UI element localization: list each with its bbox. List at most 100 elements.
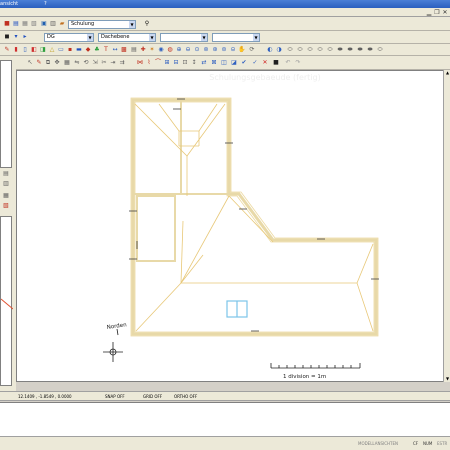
show-icon[interactable]: ◪: [230, 59, 238, 67]
light-icon[interactable]: ✶: [148, 46, 156, 54]
fillet-tool-icon[interactable]: ⌒: [154, 59, 162, 67]
panel-icon-2[interactable]: ▥: [2, 180, 10, 188]
filter-icon[interactable]: ▾: [12, 33, 20, 41]
render-mode-3-icon[interactable]: ⬭: [306, 46, 314, 54]
plan-icon[interactable]: ⬭: [376, 46, 384, 54]
scroll-down-icon[interactable]: ▼: [444, 376, 450, 382]
window-tool-icon[interactable]: ▯: [21, 46, 29, 54]
app-icon[interactable]: ■: [3, 20, 11, 28]
draw-icon[interactable]: ✎: [3, 46, 11, 54]
delete-icon[interactable]: ✕: [261, 59, 269, 67]
close-icon[interactable]: ✕: [441, 9, 449, 16]
trim-tool-icon[interactable]: ✂: [100, 59, 108, 67]
align-tool-icon[interactable]: ⊞: [163, 59, 171, 67]
zoom-in-icon[interactable]: ⊕: [175, 46, 183, 54]
list-icon[interactable]: ▥: [49, 20, 57, 28]
text-tool-icon[interactable]: T: [102, 46, 110, 54]
stop-icon[interactable]: ■: [272, 59, 280, 67]
ortho-toggle[interactable]: ORTHO OFF: [174, 394, 197, 400]
zoom-extents-icon[interactable]: ⊝: [229, 46, 237, 54]
render-mode-1-icon[interactable]: ⬭: [286, 46, 294, 54]
edit-tool-icon[interactable]: ✎: [35, 59, 43, 67]
match-icon[interactable]: ⇄: [200, 59, 208, 67]
select-icon[interactable]: ▸: [21, 33, 29, 41]
render-mode-9-icon[interactable]: ⬬: [366, 46, 374, 54]
accept-icon[interactable]: ✓: [251, 59, 259, 67]
array-tool-icon[interactable]: ▦: [63, 59, 71, 67]
snap-toggle[interactable]: SNAP OFF: [105, 394, 125, 400]
folder-icon[interactable]: ▰: [58, 20, 66, 28]
measure-icon[interactable]: ↕: [190, 59, 198, 67]
grid-toggle[interactable]: GRID OFF: [143, 394, 162, 400]
drawing-canvas[interactable]: Schulungsgebaeude (fertig) Norden 1 divi…: [16, 70, 444, 382]
zoom-fit-icon[interactable]: ⊚: [202, 46, 210, 54]
area-icon[interactable]: ▩: [120, 46, 128, 54]
lock-icon[interactable]: ⊠: [210, 59, 218, 67]
dimension-icon[interactable]: ↔: [111, 46, 119, 54]
layer-icon[interactable]: ▤: [12, 20, 20, 28]
element-combo[interactable]: Dachebene ▼: [98, 33, 156, 42]
label-icon[interactable]: ✚: [139, 46, 147, 54]
distribute-tool-icon[interactable]: ⊟: [172, 59, 180, 67]
empty-combo-1[interactable]: ▼: [160, 33, 208, 42]
render-mode-2-icon[interactable]: ⬭: [296, 46, 304, 54]
door-icon[interactable]: ◧: [30, 46, 38, 54]
zoom-out-icon[interactable]: ⊖: [184, 46, 192, 54]
empty-combo-2[interactable]: ▼: [212, 33, 260, 42]
wall-icon[interactable]: ▮: [12, 46, 20, 54]
group-icon[interactable]: ▤: [130, 46, 138, 54]
redo-icon[interactable]: ↷: [294, 59, 302, 67]
preview-pane[interactable]: [0, 216, 13, 386]
join-tool-icon[interactable]: ⋈: [136, 59, 144, 67]
hide-icon[interactable]: ◫: [220, 59, 228, 67]
vertical-scrollbar[interactable]: ▲ ▼: [443, 70, 450, 382]
render-mode-7-icon[interactable]: ⬬: [346, 46, 354, 54]
properties-icon[interactable]: ⊡: [181, 59, 189, 67]
extend-tool-icon[interactable]: ⇥: [109, 59, 117, 67]
plant-icon[interactable]: ♣: [93, 46, 101, 54]
grid-icon[interactable]: ▦: [21, 20, 29, 28]
slab-icon[interactable]: ▭: [57, 46, 65, 54]
compass-crosshair-icon[interactable]: [103, 342, 123, 362]
pan-icon[interactable]: ✋: [238, 46, 246, 54]
scale-tool-icon[interactable]: ⇲: [91, 59, 99, 67]
zoom-window-icon[interactable]: ⊙: [193, 46, 201, 54]
offset-tool-icon[interactable]: ⇉: [118, 59, 126, 67]
style-combo[interactable]: DG ▼: [44, 33, 94, 42]
floor-plan[interactable]: Schulungsgebaeude (fertig) Norden 1 divi…: [17, 71, 445, 383]
mirror-tool-icon[interactable]: ⇋: [73, 59, 81, 67]
panel-icon-1[interactable]: ▤: [2, 170, 10, 178]
scroll-up-icon[interactable]: ▲: [444, 70, 450, 76]
minimize-icon[interactable]: ▁: [425, 9, 433, 16]
tool-icon[interactable]: ◼: [3, 33, 11, 41]
break-tool-icon[interactable]: ⌇: [145, 59, 153, 67]
view-icon[interactable]: ▧: [30, 20, 38, 28]
elevation-icon[interactable]: ◑: [275, 46, 283, 54]
roof-icon[interactable]: △: [48, 46, 56, 54]
window-icon[interactable]: ▣: [40, 20, 48, 28]
view-3d-icon[interactable]: ◐: [266, 46, 274, 54]
select-tool-icon[interactable]: ↖: [26, 59, 34, 67]
layer-combo[interactable]: Schulung ▼: [68, 20, 136, 29]
rotate-tool-icon[interactable]: ⟲: [82, 59, 90, 67]
restore-icon[interactable]: ❐: [433, 9, 441, 16]
pin-icon[interactable]: ⚲: [143, 20, 151, 28]
move-tool-icon[interactable]: ✥: [53, 59, 61, 67]
window-element[interactable]: [226, 300, 248, 318]
render-mode-8-icon[interactable]: ⬬: [356, 46, 364, 54]
refresh-icon[interactable]: ⟳: [248, 46, 256, 54]
library-browser[interactable]: [0, 60, 12, 168]
command-area[interactable]: [0, 402, 450, 436]
beam-icon[interactable]: ▬: [75, 46, 83, 54]
undo-icon[interactable]: ↶: [284, 59, 292, 67]
check-icon[interactable]: ✔: [240, 59, 248, 67]
column-icon[interactable]: ▪: [66, 46, 74, 54]
render-mode-5-icon[interactable]: ⬭: [326, 46, 334, 54]
zoom-all-icon[interactable]: ⊜: [220, 46, 228, 54]
stair-icon[interactable]: ◨: [39, 46, 47, 54]
render-mode-6-icon[interactable]: ⬬: [336, 46, 344, 54]
panel-icon-4[interactable]: ▧: [2, 202, 10, 210]
render-mode-4-icon[interactable]: ⬭: [316, 46, 324, 54]
zoom-prev-icon[interactable]: ⊛: [211, 46, 219, 54]
copy-tool-icon[interactable]: ⧉: [44, 59, 52, 67]
